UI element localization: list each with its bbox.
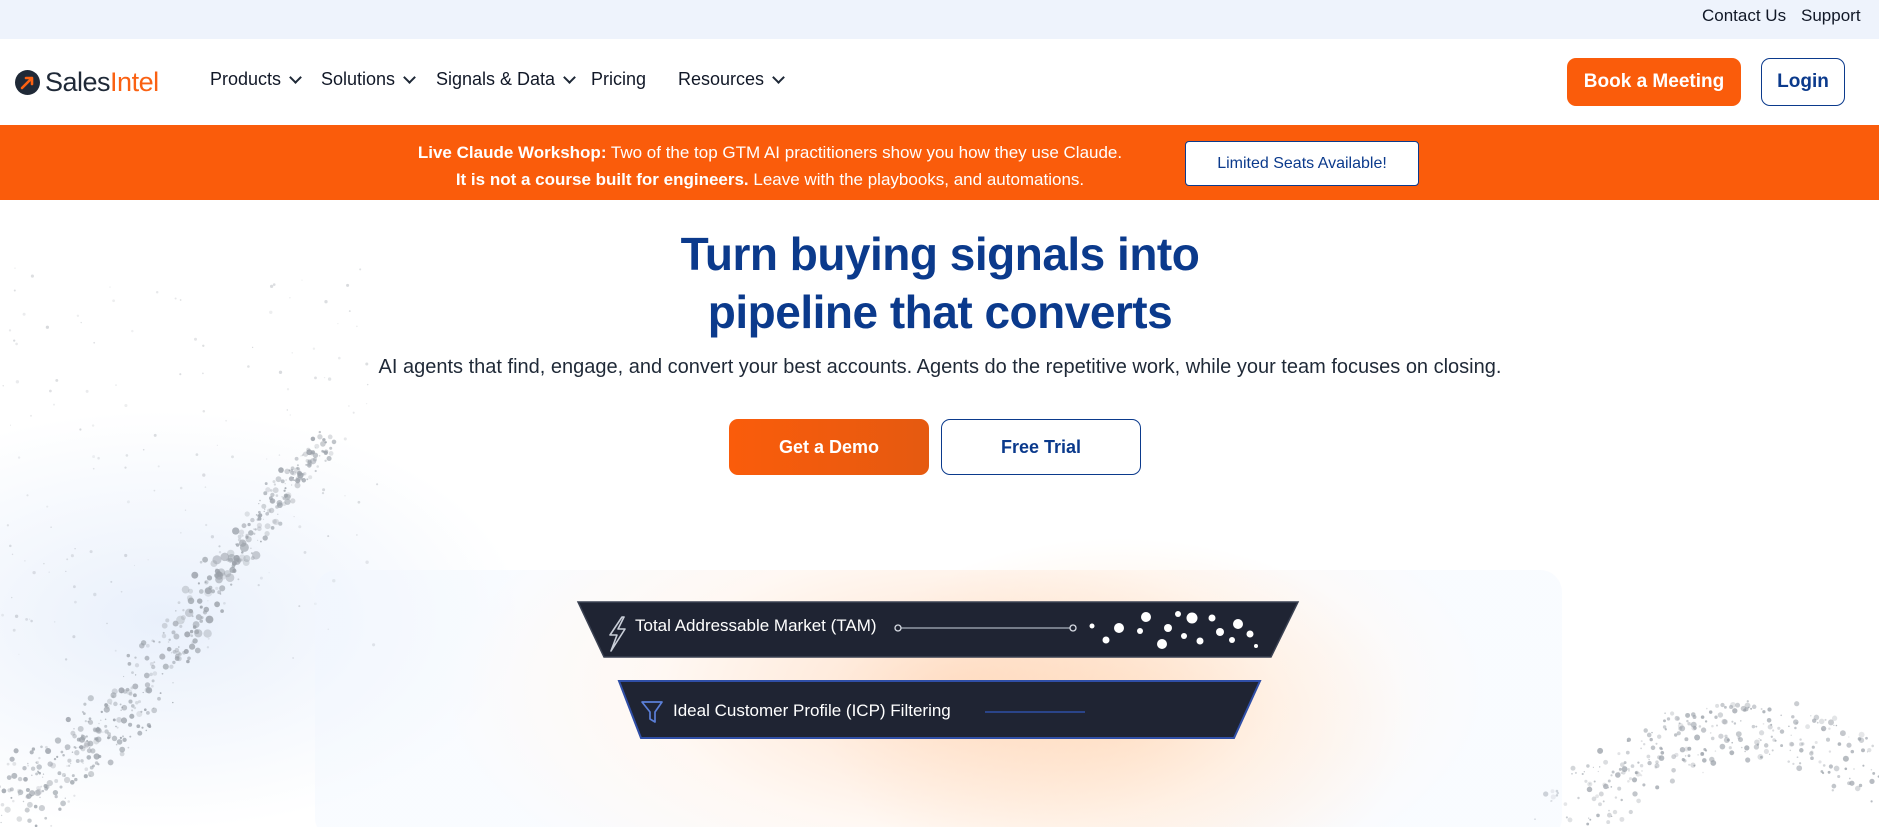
chevron-down-icon [563, 70, 576, 84]
promo-bold-2: It is not a course built for engineers. [455, 170, 749, 189]
promo-text-1: Two of the top GTM AI practitioners show… [606, 143, 1123, 162]
funnel-step-icp-label: Ideal Customer Profile (ICP) Filtering [673, 701, 951, 720]
chevron-down-icon [403, 70, 416, 84]
promo-text: Live Claude Workshop: Two of the top GTM… [360, 139, 1180, 193]
book-meeting-button[interactable]: Book a Meeting [1567, 58, 1741, 106]
nav-solutions[interactable]: Solutions [321, 69, 416, 90]
chevron-down-icon [772, 70, 785, 84]
promo-banner: Live Claude Workshop: Two of the top GTM… [0, 125, 1879, 200]
nav-products[interactable]: Products [210, 69, 302, 90]
nav-signals-data[interactable]: Signals & Data [436, 69, 576, 90]
support-link[interactable]: Support [1801, 6, 1861, 26]
logo-arrow-icon [15, 69, 40, 95]
nav-pricing-label: Pricing [591, 69, 647, 89]
nav-products-label: Products [210, 69, 282, 89]
saleintel-logo[interactable]: SalesIntel [15, 67, 159, 97]
logo-wordmark: SalesIntel [45, 66, 159, 97]
funnel-step-tam-label: Total Addressable Market (TAM) [635, 616, 877, 635]
nav-signals-data-label: Signals & Data [436, 69, 556, 89]
hero-section: Turn buying signals into pipeline that c… [0, 200, 1879, 827]
nav-pricing[interactable]: Pricing [591, 69, 646, 90]
login-button[interactable]: Login [1761, 58, 1845, 106]
limited-seats-button[interactable]: Limited Seats Available! [1185, 141, 1419, 186]
chevron-down-icon [289, 70, 302, 84]
contact-us-link[interactable]: Contact Us [1702, 6, 1786, 26]
utility-bar: Contact Us Support [0, 0, 1879, 39]
promo-bold-1: Live Claude Workshop: [417, 143, 607, 162]
nav-resources[interactable]: Resources [678, 69, 785, 90]
nav-solutions-label: Solutions [321, 69, 396, 89]
connector-end-dot [1069, 624, 1077, 632]
nav-resources-label: Resources [678, 69, 765, 89]
connector-start-dot [894, 624, 902, 632]
promo-text-2: Leave with the playbooks, and automation… [748, 170, 1085, 189]
funnel-graphic [576, 601, 1300, 739]
